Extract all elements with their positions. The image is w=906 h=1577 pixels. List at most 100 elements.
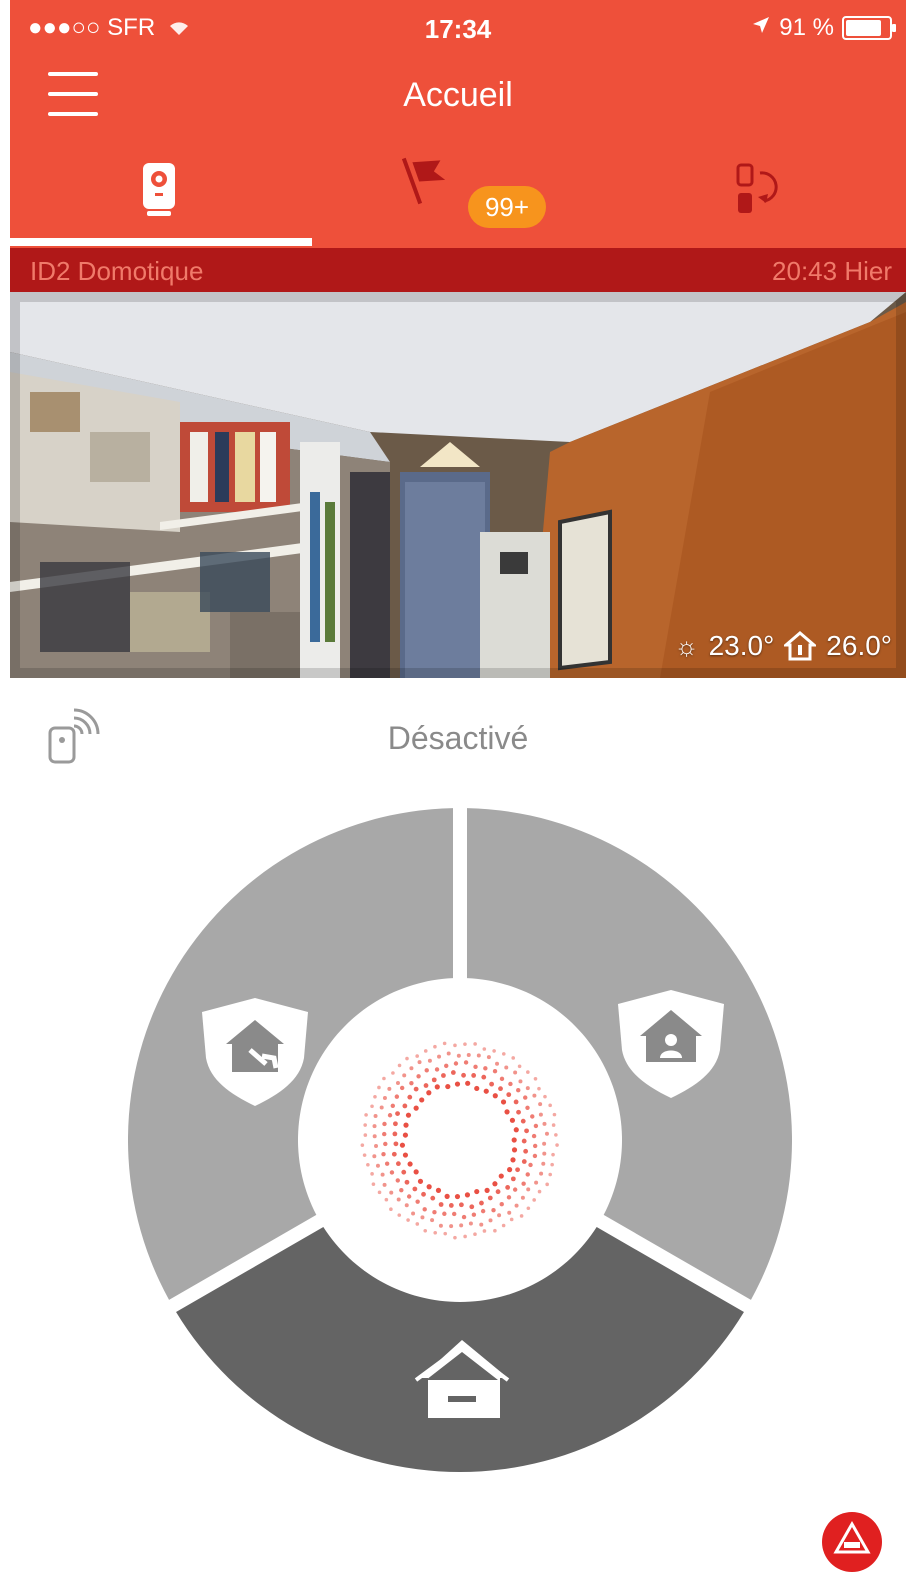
- activity-dot: [454, 1193, 461, 1200]
- activity-dot: [554, 1133, 558, 1137]
- activity-dot: [532, 1198, 536, 1202]
- activity-dot: [542, 1141, 547, 1146]
- activity-dot: [382, 1182, 387, 1187]
- activity-dot: [484, 1187, 490, 1193]
- activity-dot: [423, 1228, 428, 1233]
- activity-dot: [507, 1167, 513, 1173]
- alarm-status-row: Désactivé: [10, 678, 906, 788]
- activity-dot: [539, 1171, 544, 1176]
- activity-dot: [373, 1094, 377, 1099]
- active-tab-indicator: [10, 238, 312, 246]
- activity-dot: [548, 1172, 553, 1177]
- activity-dot: [453, 1043, 457, 1048]
- activity-dot: [524, 1128, 529, 1134]
- activity-dot: [394, 1094, 400, 1099]
- activity-dot: [465, 1080, 471, 1086]
- activity-dot: [463, 1234, 467, 1239]
- activity-dot: [551, 1152, 555, 1157]
- activity-dot: [498, 1086, 503, 1092]
- activity-dot: [404, 1179, 410, 1185]
- device-name: ID2 Domotique: [30, 256, 204, 286]
- activity-dot: [511, 1147, 518, 1153]
- activity-dot: [481, 1074, 487, 1080]
- activity-dot: [434, 1084, 440, 1090]
- activity-dot: [382, 1076, 386, 1081]
- tab-events[interactable]: [308, 138, 606, 242]
- activity-dot: [505, 1185, 511, 1190]
- activity-dot: [406, 1218, 410, 1222]
- tab-scenarios[interactable]: [608, 138, 906, 242]
- camera-snapshot[interactable]: ☼ 23.0° 26.0°: [10, 292, 906, 678]
- activity-dot: [383, 1141, 388, 1147]
- sos-alert-button[interactable]: [822, 1512, 882, 1572]
- activity-dot: [495, 1061, 500, 1066]
- activity-dot: [464, 1192, 471, 1198]
- activity-dot: [401, 1169, 407, 1175]
- nav-bar: Accueil: [10, 52, 906, 138]
- activity-dot: [441, 1073, 446, 1078]
- device-timestamp: 20:43 Hier: [772, 256, 892, 286]
- activity-dot: [492, 1181, 498, 1187]
- activity-dot: [449, 1224, 454, 1229]
- activity-dot: [469, 1204, 475, 1210]
- alarm-status-label: Désactivé: [387, 720, 529, 756]
- activity-dot: [516, 1109, 521, 1115]
- activity-dot: [492, 1093, 498, 1099]
- activity-dot: [510, 1157, 516, 1163]
- activity-dot: [370, 1172, 374, 1176]
- activity-dot: [444, 1063, 449, 1069]
- activity-dot: [444, 1193, 450, 1199]
- activity-dot: [373, 1113, 378, 1118]
- activity-dot: [501, 1223, 506, 1228]
- activity-dot: [512, 1187, 518, 1192]
- activity-dot: [389, 1170, 395, 1175]
- activity-dot: [374, 1144, 379, 1149]
- activity-dot: [488, 1218, 493, 1223]
- activity-dot: [499, 1202, 504, 1207]
- camera-image: [10, 292, 906, 678]
- activity-dot: [497, 1213, 502, 1218]
- activity-dot: [375, 1163, 380, 1168]
- activity-dot: [542, 1121, 547, 1126]
- flag-icon: [402, 157, 446, 205]
- activity-dot: [399, 1142, 406, 1148]
- activity-dot: [387, 1113, 393, 1118]
- activity-dot: [422, 1207, 427, 1212]
- activity-dot: [452, 1211, 457, 1217]
- activity-dot: [532, 1143, 538, 1149]
- activity-dot: [391, 1071, 395, 1075]
- activity-dot: [442, 1211, 447, 1216]
- activity-dot: [409, 1080, 414, 1086]
- activity-dot: [395, 1081, 400, 1086]
- activity-dot: [453, 1061, 459, 1066]
- activity-dot: [397, 1213, 402, 1217]
- tab-camera-device[interactable]: [10, 138, 308, 242]
- activity-dot: [426, 1184, 432, 1190]
- activity-dot: [499, 1076, 505, 1082]
- activity-dot: [416, 1074, 421, 1079]
- activity-dot: [420, 1215, 425, 1220]
- activity-dot: [523, 1095, 528, 1100]
- activity-dot: [372, 1124, 377, 1129]
- indoor-temperature: 26.0°: [826, 630, 892, 661]
- activity-dot: [511, 1137, 517, 1143]
- activity-dot: [453, 1235, 457, 1240]
- activity-dot: [509, 1217, 514, 1222]
- activity-dot: [463, 1042, 467, 1046]
- activity-dot: [438, 1223, 443, 1228]
- activity-dot: [479, 1222, 484, 1227]
- activity-dot: [442, 1041, 447, 1046]
- activity-dot: [551, 1123, 556, 1127]
- activity-dot: [532, 1093, 537, 1098]
- activity-dot: [489, 1081, 495, 1087]
- activity-dot: [405, 1112, 412, 1118]
- activity-dot: [511, 1056, 516, 1060]
- activity-dot: [423, 1083, 429, 1088]
- activity-dot: [432, 1210, 437, 1215]
- temperature-readout: ☼ 23.0° 26.0°: [675, 630, 892, 662]
- activity-dot: [514, 1203, 519, 1208]
- activity-dot: [474, 1085, 480, 1092]
- activity-dot: [402, 1132, 409, 1138]
- activity-dot: [520, 1195, 525, 1200]
- activity-dot: [493, 1228, 497, 1233]
